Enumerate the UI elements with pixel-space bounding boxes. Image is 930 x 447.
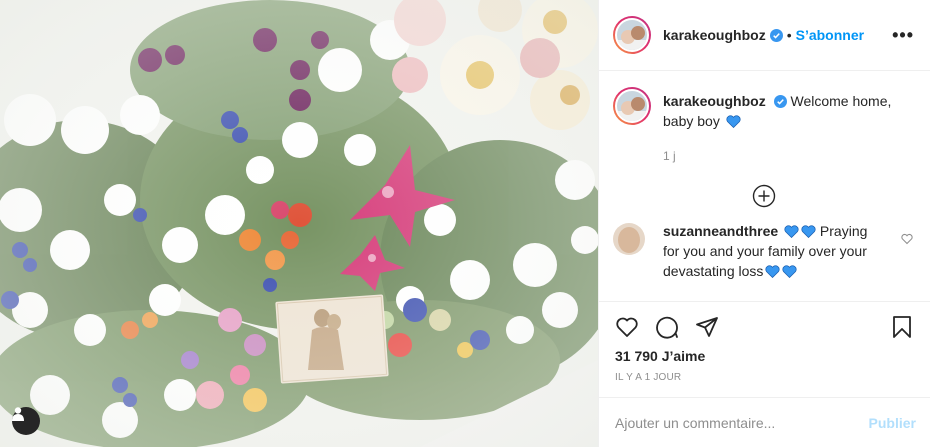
post-side-panel: karakeoughboz • S’abonner ••• karakeough… — [598, 0, 930, 447]
blue-heart-emoji-icon — [801, 225, 816, 238]
save-icon[interactable] — [890, 315, 914, 339]
user-tag-icon — [12, 407, 24, 421]
likes-count[interactable]: 31 790 J’aime — [615, 348, 914, 364]
comment-text-block: suzanneandthree Praying for you and your… — [663, 221, 877, 281]
comments-section: karakeoughboz Welcome home, baby boy 1 j — [599, 71, 930, 301]
blue-heart-emoji-icon — [765, 265, 780, 278]
verified-badge-icon — [769, 28, 783, 42]
blue-heart-emoji-icon — [782, 265, 797, 278]
commenter-username[interactable]: suzanneandthree — [663, 223, 778, 239]
action-bar — [615, 302, 914, 352]
user-tag-button[interactable] — [12, 407, 40, 435]
caption-username[interactable]: karakeoughboz — [663, 93, 766, 109]
load-more-comments-icon[interactable] — [752, 184, 776, 208]
comment-icon[interactable] — [655, 315, 679, 339]
commenter-avatar[interactable] — [613, 223, 645, 255]
add-comment-form: Publier — [599, 397, 930, 447]
post-header: karakeoughboz • S’abonner ••• — [599, 0, 930, 71]
caption: karakeoughboz Welcome home, baby boy — [613, 87, 914, 131]
follow-button[interactable]: S’abonner — [796, 27, 864, 43]
publish-button[interactable]: Publier — [869, 415, 916, 431]
author-avatar[interactable] — [615, 18, 649, 52]
more-options-icon[interactable]: ••• — [892, 26, 914, 44]
separator-dot: • — [786, 27, 792, 43]
share-icon[interactable] — [695, 315, 719, 339]
post-photo[interactable] — [0, 0, 598, 447]
flower-arrangement-image — [0, 0, 598, 447]
comment-like-icon[interactable] — [901, 233, 913, 245]
post-date[interactable]: IL Y A 1 JOUR — [615, 372, 914, 383]
like-icon[interactable] — [615, 315, 639, 339]
comment-input[interactable] — [615, 414, 869, 431]
caption-avatar-ring[interactable] — [613, 87, 651, 125]
blue-heart-emoji-icon — [784, 225, 799, 238]
caption-avatar[interactable] — [615, 89, 649, 123]
comment-item: suzanneandthree Praying for you and your… — [613, 223, 913, 281]
post-actions: 31 790 J’aime IL Y A 1 JOUR — [599, 301, 930, 397]
blue-heart-emoji-icon — [726, 115, 741, 128]
author-username[interactable]: karakeoughboz — [663, 27, 766, 43]
author-avatar-ring[interactable] — [613, 16, 651, 54]
verified-badge-icon — [773, 95, 787, 108]
caption-time[interactable]: 1 j — [663, 149, 914, 163]
caption-text-block: karakeoughboz Welcome home, baby boy — [663, 91, 899, 131]
instagram-post: karakeoughboz • S’abonner ••• karakeough… — [0, 0, 930, 447]
